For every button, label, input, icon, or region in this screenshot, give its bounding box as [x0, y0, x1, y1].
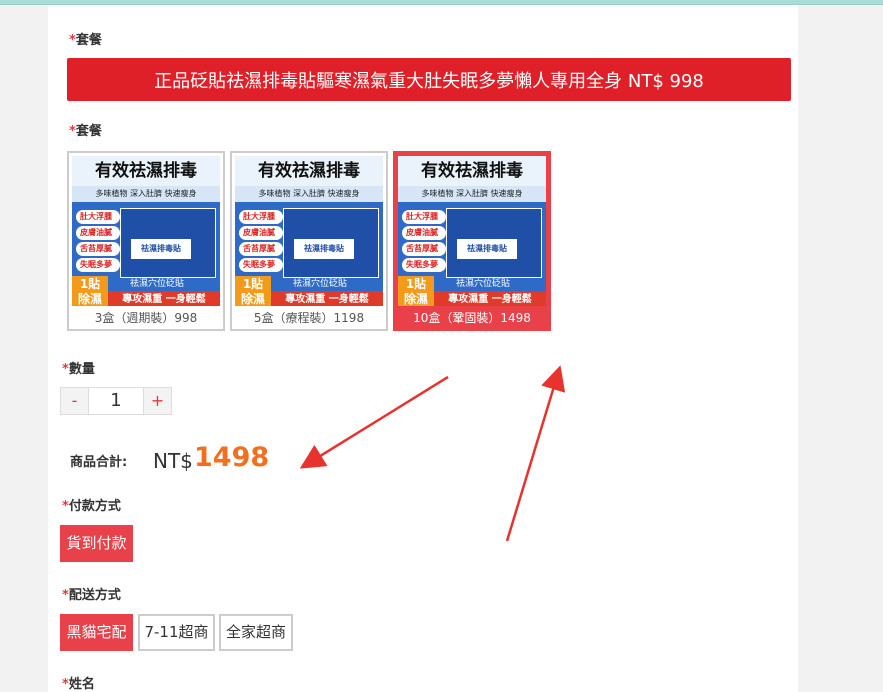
annotation-arrow-to-package	[505, 365, 566, 542]
annotation-arrows	[299, 365, 566, 542]
annotation-arrow-to-total	[299, 375, 449, 469]
